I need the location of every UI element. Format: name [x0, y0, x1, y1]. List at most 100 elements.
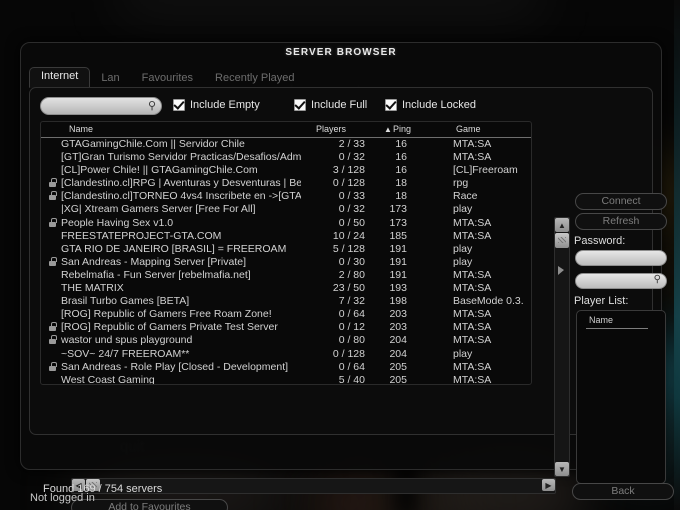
tab-recently-played[interactable]: Recently Played — [204, 69, 306, 88]
cell-server-name: ~SOV~ 24/7 FREEROAM** — [61, 348, 301, 360]
cell-ping: 16 — [381, 138, 407, 150]
tab-bar: Internet Lan Favourites Recently Played — [29, 67, 306, 88]
cell-server-name: GTA RIO DE JANEIRO [BRASIL] = FREEROAM — [61, 243, 301, 255]
cell-ping: 191 — [381, 269, 407, 281]
table-row[interactable]: People Having Sex v1.00 / 50173MTA:SA — [41, 217, 531, 230]
cell-game: rpg — [453, 177, 529, 189]
scroll-up-icon[interactable]: ▲ — [555, 218, 569, 232]
search-icon: ⚲ — [148, 99, 156, 112]
password-field[interactable] — [575, 250, 667, 266]
cell-ping: 185 — [381, 230, 407, 242]
table-row[interactable]: [CL]Power Chile! || GTAGamingChile.Com3 … — [41, 164, 531, 177]
scroll-down-icon[interactable]: ▼ — [555, 462, 569, 476]
table-row[interactable]: San Andreas - Role Play [Closed - Develo… — [41, 361, 531, 374]
table-row[interactable]: [GT]Gran Turismo Servidor Practicas/Desa… — [41, 151, 531, 164]
cell-game: Race — [453, 190, 529, 202]
cell-ping: 204 — [381, 348, 407, 360]
cell-ping: 16 — [381, 151, 407, 163]
table-row[interactable]: FREESTATEPROJECT-GTA.COM10 / 24185MTA:SA — [41, 230, 531, 243]
checkbox-label-include-full: Include Full — [311, 99, 367, 111]
cell-players: 2 / 33 — [309, 138, 365, 150]
cell-ping: 198 — [381, 295, 407, 307]
lock-icon — [49, 322, 56, 331]
checkbox-label-include-empty: Include Empty — [190, 99, 260, 111]
cell-ping: 173 — [381, 203, 407, 215]
checkbox-box-include-empty[interactable] — [173, 99, 185, 111]
column-header-game[interactable]: Game — [456, 124, 481, 134]
column-header-name[interactable]: Name — [69, 124, 93, 134]
cell-players: 0 / 50 — [309, 217, 365, 229]
table-row[interactable]: GTAGamingChile.Com || Servidor Chile2 / … — [41, 138, 531, 151]
cell-server-name: THE MATRIX — [61, 282, 301, 294]
cell-game: MTA:SA — [453, 282, 529, 294]
tab-lan[interactable]: Lan — [90, 69, 130, 88]
cell-players: 5 / 40 — [309, 374, 365, 385]
vertical-scrollbar[interactable]: ▲ ▼ — [554, 217, 570, 477]
checkbox-include-full[interactable]: Include Full — [294, 97, 367, 113]
search-input[interactable] — [49, 99, 149, 114]
cell-server-name: [Clandestino.cl]TORNEO 4vs4 Inscribete e… — [61, 190, 301, 202]
cell-players: 0 / 128 — [309, 348, 365, 360]
search-box[interactable]: ⚲ — [40, 97, 162, 115]
password-input[interactable] — [583, 252, 661, 265]
cell-game: MTA:SA — [453, 308, 529, 320]
table-row[interactable]: GTA RIO DE JANEIRO [BRASIL] = FREEROAM5 … — [41, 243, 531, 256]
cell-game: MTA:SA — [453, 334, 529, 346]
table-row[interactable]: [ROG] Republic of Gamers Private Test Se… — [41, 321, 531, 334]
search-icon: ⚲ — [654, 274, 661, 285]
vertical-scrollbar-thumb[interactable] — [555, 233, 569, 248]
browser-content-panel: ⚲ Include Empty Include Full Include Loc… — [29, 87, 653, 435]
cell-players: 0 / 30 — [309, 256, 365, 268]
cell-game: [CL]Freeroam — [453, 164, 529, 176]
connect-button[interactable]: Connect — [575, 193, 667, 210]
column-header-ping[interactable]: ▲ Ping — [393, 124, 411, 134]
player-list-panel[interactable]: Name — [576, 310, 666, 484]
table-row[interactable]: [ROG] Republic of Gamers Free Roam Zone!… — [41, 308, 531, 321]
table-row[interactable]: |XG| Xtream Gamers Server [Free For All]… — [41, 203, 531, 216]
cell-game: play — [453, 256, 529, 268]
cell-game: MTA:SA — [453, 361, 529, 373]
cell-game: play — [453, 243, 529, 255]
table-row[interactable]: Brasil Turbo Games [BETA]7 / 32198BaseMo… — [41, 295, 531, 308]
table-row[interactable]: [Clandestino.cl]RPG | Aventuras y Desven… — [41, 177, 531, 190]
lock-icon — [49, 257, 56, 266]
table-row[interactable]: West Coast Gaming5 / 40205MTA:SA — [41, 374, 531, 385]
table-row[interactable]: [Clandestino.cl]TORNEO 4vs4 Inscribete e… — [41, 190, 531, 203]
checkbox-box-include-locked[interactable] — [385, 99, 397, 111]
scroll-right-icon[interactable]: ▶ — [542, 479, 555, 491]
server-search-field[interactable]: ⚲ — [575, 273, 667, 289]
cell-ping: 16 — [381, 164, 407, 176]
table-row[interactable]: Rebelmafia - Fun Server [rebelmafia.net]… — [41, 269, 531, 282]
cell-players: 0 / 64 — [309, 361, 365, 373]
filter-row: ⚲ Include Empty Include Full Include Loc… — [40, 97, 640, 115]
cell-game: MTA:SA — [453, 269, 529, 281]
table-row[interactable]: ~SOV~ 24/7 FREEROAM**0 / 128204play — [41, 348, 531, 361]
cell-players: 0 / 128 — [309, 177, 365, 189]
sort-ascending-icon: ▲ — [384, 125, 392, 134]
lock-icon — [49, 178, 56, 187]
column-header-players[interactable]: Players — [316, 124, 346, 134]
checkbox-box-include-full[interactable] — [294, 99, 306, 111]
back-button[interactable]: Back — [572, 483, 674, 500]
cell-game: play — [453, 203, 529, 215]
cell-ping: 205 — [381, 374, 407, 385]
cell-server-name: FREESTATEPROJECT-GTA.COM — [61, 230, 301, 242]
cell-server-name: San Andreas - Role Play [Closed - Develo… — [61, 361, 301, 373]
table-row[interactable]: THE MATRIX23 / 50193MTA:SA — [41, 282, 531, 295]
cell-server-name: Rebelmafia - Fun Server [rebelmafia.net] — [61, 269, 301, 281]
table-row[interactable]: wastor und spus playground0 / 80204MTA:S… — [41, 334, 531, 347]
server-browser-dialog: SERVER BROWSER Internet Lan Favourites R… — [20, 42, 662, 470]
checkbox-include-empty[interactable]: Include Empty — [173, 97, 260, 113]
tab-internet[interactable]: Internet — [29, 67, 90, 88]
table-row[interactable]: San Andreas - Mapping Server [Private]0 … — [41, 256, 531, 269]
lock-icon — [49, 191, 56, 200]
cell-server-name: wastor und spus playground — [61, 334, 301, 346]
checkbox-include-locked[interactable]: Include Locked — [385, 97, 476, 113]
cell-server-name: [ROG] Republic of Gamers Free Roam Zone! — [61, 308, 301, 320]
cell-players: 3 / 128 — [309, 164, 365, 176]
refresh-button[interactable]: Refresh — [575, 213, 667, 230]
cell-ping: 203 — [381, 321, 407, 333]
tab-favourites[interactable]: Favourites — [131, 69, 204, 88]
server-list[interactable]: Name Players ▲ Ping Game GTAGamingChile.… — [40, 121, 532, 385]
server-search-input[interactable] — [583, 275, 653, 288]
